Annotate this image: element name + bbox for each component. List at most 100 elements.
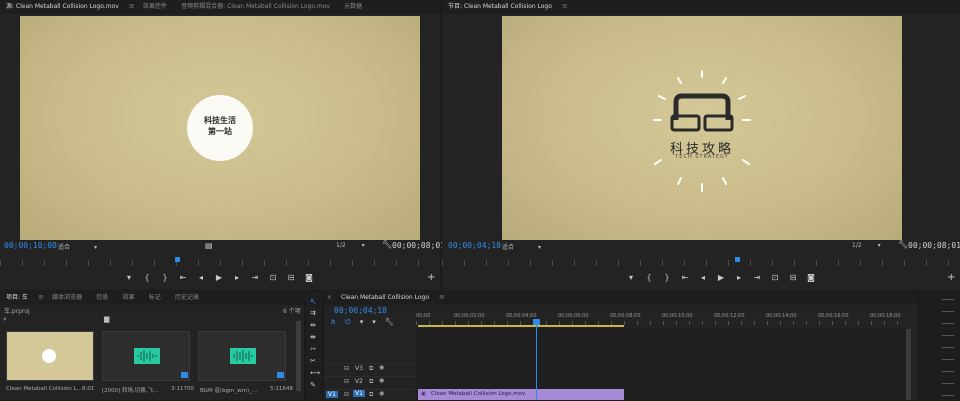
marker-icon[interactable]: ▾	[622, 271, 640, 285]
tab-sequence[interactable]: Clean Metaball Collision Logo	[335, 291, 435, 305]
search-icon[interactable]: ⌕	[3, 315, 7, 324]
close-icon[interactable]: ×	[324, 291, 335, 305]
tab-media-browser[interactable]: 媒体浏览器	[46, 291, 88, 305]
lift-icon[interactable]: ⊡	[766, 271, 784, 285]
tab-info[interactable]: 信息	[90, 291, 114, 305]
source-playhead[interactable]	[175, 257, 180, 262]
timeline-playhead-handle[interactable]	[533, 319, 540, 325]
wrench-icon[interactable]: 🔧︎	[382, 240, 392, 249]
add-button-icon[interactable]: +	[947, 272, 955, 283]
marker-icon[interactable]: ▾	[120, 271, 138, 285]
tab-effect-controls[interactable]: 效果控件	[137, 0, 173, 14]
project-item-sfx[interactable]	[102, 331, 190, 381]
tab-source[interactable]: 源: Clean Metaball Collision Logo.mov	[0, 0, 125, 14]
program-playhead[interactable]	[735, 257, 740, 262]
lock-icon[interactable]: ⊟	[344, 365, 349, 372]
go-to-out-icon[interactable]: ⇥	[246, 271, 264, 285]
new-bin-icon[interactable]: ▆	[104, 315, 109, 323]
wrench-icon[interactable]: 🔧︎	[898, 240, 908, 249]
timeline-scrollbar[interactable]	[906, 329, 911, 400]
lock-icon[interactable]: ⊟	[344, 378, 349, 385]
timeline-tabbar: × Clean Metaball Collision Logo ≡	[324, 291, 918, 305]
add-marker-icon[interactable]: ▾	[360, 318, 364, 326]
tab-metadata[interactable]: 元数据	[338, 0, 368, 14]
sync-lock-icon[interactable]: ⧉	[369, 378, 373, 386]
tab-menu-icon[interactable]: ≡	[439, 293, 445, 301]
project-item-duration: 5:11648	[270, 386, 293, 392]
program-quality-dropdown[interactable]: 1/2 ▾	[852, 242, 881, 249]
go-to-out-icon[interactable]: ⇥	[748, 271, 766, 285]
circle-text-line1: 科技生活	[204, 116, 236, 125]
rate-stretch-tool-icon[interactable]: ⇿	[310, 345, 316, 353]
timeline-clip-v1[interactable]: ▣ Clean Metaball Collision Logo.mov	[418, 389, 624, 400]
linked-selection-icon[interactable]: ᘎ	[345, 318, 351, 326]
sync-lock-icon[interactable]: ⧉	[369, 391, 373, 399]
settings-icon[interactable]: ▾	[372, 318, 376, 326]
track-select-tool-icon[interactable]: ⇉	[310, 309, 316, 317]
in-point-icon[interactable]: {	[640, 271, 658, 285]
timeline-playhead-line[interactable]	[536, 321, 537, 400]
source-video-frame[interactable]: 科技生活 第一站	[20, 16, 420, 240]
source-quality-dropdown[interactable]: 1/2 ▾	[336, 242, 365, 249]
go-to-in-icon[interactable]: ⇤	[676, 271, 694, 285]
pen-tool-icon[interactable]: ✎	[310, 381, 316, 389]
extract-icon[interactable]: ⊟	[784, 271, 802, 285]
ruler-label: 00;00;18;00	[870, 313, 901, 319]
add-button-icon[interactable]: +	[427, 272, 435, 283]
program-time-ruler[interactable]	[442, 260, 960, 266]
ripple-edit-tool-icon[interactable]: ⇹	[310, 321, 316, 329]
snap-icon[interactable]: ⋔	[330, 318, 336, 326]
step-forward-icon[interactable]: ▸	[730, 271, 748, 285]
track-label-v2[interactable]: V2	[355, 378, 363, 385]
source-quality-label: 1/2	[336, 242, 346, 249]
project-scrollbar[interactable]	[296, 321, 301, 391]
lock-icon[interactable]: ⊟	[344, 391, 349, 398]
work-area-bar[interactable]	[418, 325, 624, 327]
out-point-icon[interactable]: }	[156, 271, 174, 285]
timeline-timecode[interactable]: 00;00;04;18	[334, 306, 387, 315]
selection-tool-icon[interactable]: ↖	[310, 297, 317, 306]
export-frame-icon[interactable]: ◙	[300, 271, 318, 285]
insert-icon[interactable]: ⊡	[264, 271, 282, 285]
step-forward-icon[interactable]: ▸	[228, 271, 246, 285]
export-frame-icon[interactable]: ◙	[802, 271, 820, 285]
track-label-v1[interactable]: V1	[353, 390, 365, 397]
source-fit-dropdown[interactable]: 适合 ▾	[58, 242, 97, 251]
tab-program[interactable]: 节目: Clean Metaball Collision Logo	[442, 0, 558, 14]
track-label-v3[interactable]: V3	[355, 365, 363, 372]
settings-list-icon[interactable]: ▤	[205, 241, 213, 250]
tab-history[interactable]: 历史记录	[169, 291, 205, 305]
tab-project[interactable]: 项目: 车	[0, 291, 34, 305]
tab-effects[interactable]: 效果	[117, 291, 141, 305]
out-point-icon[interactable]: }	[658, 271, 676, 285]
source-time-ruler[interactable]	[0, 260, 440, 266]
tab-menu-icon[interactable]: ≡	[129, 2, 135, 10]
eye-icon[interactable]: ◉	[379, 377, 384, 384]
project-item-bgm[interactable]	[198, 331, 286, 381]
audio-meter-panel	[920, 291, 960, 400]
slip-tool-icon[interactable]: ⟷	[310, 369, 320, 377]
source-patch-v1[interactable]: V1	[326, 391, 338, 398]
project-item-video[interactable]	[6, 331, 94, 381]
rolling-edit-tool-icon[interactable]: ⇼	[310, 333, 316, 341]
sync-lock-icon[interactable]: ⧉	[369, 365, 373, 373]
overwrite-icon[interactable]: ⊟	[282, 271, 300, 285]
eye-icon[interactable]: ◉	[379, 364, 384, 371]
wrench-icon[interactable]: 🔧︎	[385, 318, 394, 326]
program-timecode-current[interactable]: 00;00;04;18	[448, 241, 501, 250]
tab-markers[interactable]: 标记	[143, 291, 167, 305]
tab-menu-icon[interactable]: ≡	[38, 293, 44, 301]
razor-tool-icon[interactable]: ✂	[310, 357, 316, 365]
step-back-icon[interactable]: ◂	[192, 271, 210, 285]
play-icon[interactable]: ▶	[210, 271, 228, 285]
program-fit-dropdown[interactable]: 适合 ▾	[502, 242, 541, 251]
play-icon[interactable]: ▶	[712, 271, 730, 285]
eye-icon[interactable]: ◉	[379, 390, 384, 397]
tab-audio-clip-mixer[interactable]: 音频剪辑混合器: Clean Metaball Collision Logo.m…	[175, 0, 336, 14]
program-video-frame[interactable]: 科技攻略 TECH STRATEGY	[502, 16, 902, 240]
go-to-in-icon[interactable]: ⇤	[174, 271, 192, 285]
tab-menu-icon[interactable]: ≡	[562, 2, 568, 10]
in-point-icon[interactable]: {	[138, 271, 156, 285]
source-timecode-current[interactable]: 00;00;10;08	[4, 241, 57, 250]
step-back-icon[interactable]: ◂	[694, 271, 712, 285]
